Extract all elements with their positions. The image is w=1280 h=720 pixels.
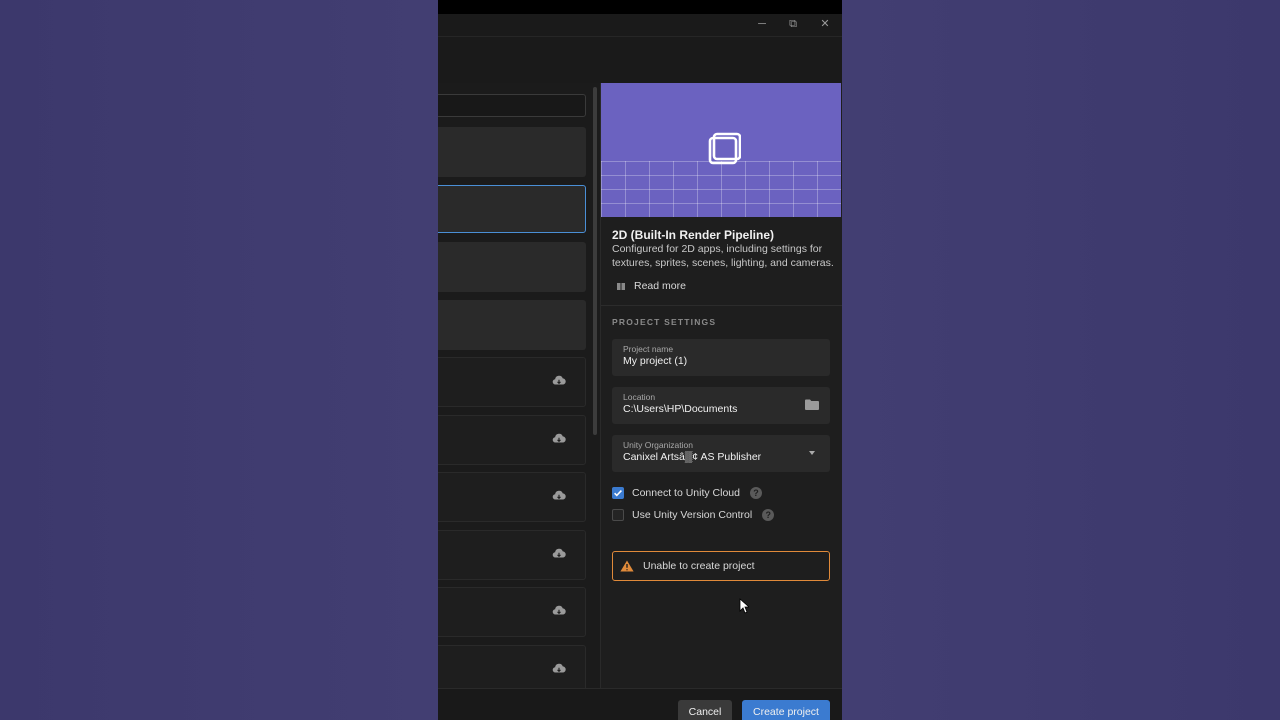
- folder-icon[interactable]: [805, 399, 819, 410]
- template-card-download[interactable]: [438, 530, 586, 580]
- section-divider: [601, 305, 842, 306]
- template-details-panel: 2D (Built-In Render Pipeline) Configured…: [601, 83, 842, 688]
- cloud-download-icon[interactable]: [552, 662, 566, 676]
- project-name-label: Project name: [623, 344, 674, 354]
- cloud-download-icon[interactable]: [552, 604, 566, 618]
- error-message: Unable to create project: [612, 551, 830, 581]
- preview-grid: [601, 161, 841, 217]
- maximize-button[interactable]: ⧉: [784, 16, 802, 32]
- book-icon: [617, 283, 625, 290]
- minimize-button[interactable]: ─: [753, 16, 771, 32]
- help-icon[interactable]: ?: [762, 509, 775, 521]
- title-bar: ─ ⧉ ✕: [438, 14, 842, 37]
- template-card-download[interactable]: [438, 415, 586, 465]
- version-control-checkbox[interactable]: [612, 509, 624, 521]
- close-button[interactable]: ✕: [816, 16, 834, 32]
- chevron-down-icon[interactable]: [809, 451, 815, 455]
- unity-hub-window: ─ ⧉ ✕ 2D (Built-In Render Pipeline) Conf…: [438, 0, 842, 720]
- connect-cloud-label: Connect to Unity Cloud: [632, 487, 740, 499]
- cloud-download-icon[interactable]: [552, 547, 566, 561]
- cloud-download-icon[interactable]: [552, 374, 566, 388]
- square-2d-icon: [708, 132, 741, 165]
- location-label: Location: [623, 392, 656, 402]
- error-text: Unable to create project: [643, 560, 755, 572]
- window-top-strip: [438, 0, 842, 14]
- template-list-scrollbar[interactable]: [593, 87, 597, 435]
- organization-dropdown[interactable]: Unity Organization Canixel Artsâ▒¢ AS Pu…: [612, 435, 830, 472]
- cloud-download-icon[interactable]: [552, 489, 566, 503]
- connect-cloud-checkbox[interactable]: [612, 487, 624, 499]
- project-name-value[interactable]: My project (1): [623, 354, 830, 368]
- template-description: Configured for 2D apps, including settin…: [612, 243, 834, 269]
- dialog-footer: Cancel Create project: [438, 688, 842, 720]
- organization-label: Unity Organization: [623, 440, 693, 450]
- template-list: [438, 83, 600, 688]
- cloud-download-icon[interactable]: [552, 432, 566, 446]
- version-control-label: Use Unity Version Control: [632, 509, 753, 521]
- template-card[interactable]: [438, 300, 586, 350]
- create-project-button[interactable]: Create project: [742, 700, 830, 720]
- project-name-field[interactable]: Project name My project (1): [612, 339, 830, 376]
- project-settings-heading: PROJECT SETTINGS: [612, 317, 717, 327]
- organization-value: Canixel Artsâ▒¢ AS Publisher: [623, 451, 762, 463]
- location-field[interactable]: Location C:\Users\HP\Documents: [612, 387, 830, 424]
- location-value[interactable]: C:\Users\HP\Documents: [623, 402, 830, 416]
- cancel-button[interactable]: Cancel: [678, 700, 732, 720]
- template-title: 2D (Built-In Render Pipeline): [612, 228, 775, 242]
- template-card-download[interactable]: [438, 587, 586, 637]
- template-card-selected[interactable]: [438, 185, 586, 233]
- template-search-input[interactable]: [438, 94, 586, 117]
- template-card-download[interactable]: [438, 472, 586, 522]
- template-card-download[interactable]: [438, 357, 586, 407]
- connect-cloud-option[interactable]: Connect to Unity Cloud ?: [612, 487, 762, 499]
- template-card-download[interactable]: [438, 645, 586, 688]
- help-icon[interactable]: ?: [749, 487, 762, 499]
- template-card[interactable]: [438, 242, 586, 292]
- read-more-label: Read more: [634, 280, 686, 292]
- checkmark-icon: [614, 490, 622, 497]
- read-more-link[interactable]: Read more: [616, 279, 686, 293]
- version-control-option[interactable]: Use Unity Version Control ?: [612, 509, 775, 521]
- warning-icon: [620, 560, 634, 572]
- template-card[interactable]: [438, 127, 586, 177]
- dialog-header: [438, 37, 842, 84]
- mouse-pointer-icon: [739, 598, 749, 614]
- template-preview-image: [601, 83, 841, 217]
